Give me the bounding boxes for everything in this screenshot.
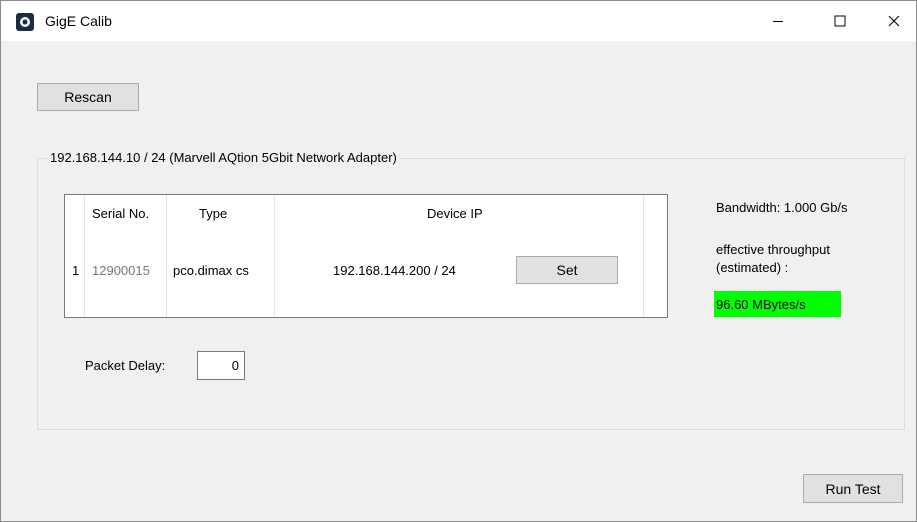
throughput-label: effective throughput (estimated) :	[716, 242, 830, 275]
column-divider	[166, 195, 167, 317]
close-icon	[888, 15, 900, 27]
column-divider	[643, 195, 644, 317]
run-test-button[interactable]: Run Test	[803, 474, 903, 503]
minimize-button[interactable]	[755, 1, 801, 41]
maximize-button[interactable]	[817, 1, 863, 41]
title-bar: GigE Calib	[1, 1, 916, 41]
camera-app-icon	[16, 13, 34, 31]
row-number: 1	[72, 263, 80, 278]
maximize-icon	[834, 15, 846, 27]
column-header-type: Type	[199, 206, 228, 221]
bandwidth-label: Bandwidth: 1.000 Gb/s	[716, 200, 848, 215]
close-button[interactable]	[871, 1, 917, 41]
device-ip-cell: 192.168.144.200 / 24	[333, 263, 456, 278]
window-title: GigE Calib	[45, 13, 112, 29]
column-divider	[84, 195, 85, 317]
device-table[interactable]: Serial No. Type Device IP 1 12900015 pco…	[64, 194, 668, 318]
rescan-button[interactable]: Rescan	[37, 83, 139, 111]
gige-calib-window: GigE Calib Rescan 192.168.144.10 / 24 (M…	[0, 0, 917, 522]
packet-delay-input[interactable]	[197, 351, 245, 380]
set-ip-button[interactable]: Set	[516, 256, 618, 284]
column-header-serial: Serial No.	[92, 206, 150, 221]
packet-delay-label: Packet Delay:	[85, 358, 166, 373]
column-divider	[274, 195, 275, 317]
column-header-device-ip: Device IP	[427, 206, 483, 221]
minimize-icon	[773, 21, 783, 22]
throughput-value: 96.60 MBytes/s	[714, 291, 841, 317]
serial-cell: 12900015	[92, 263, 150, 278]
adapter-group-label: 192.168.144.10 / 24 (Marvell AQtion 5Gbi…	[47, 150, 400, 165]
type-cell: pco.dimax cs	[173, 263, 249, 278]
